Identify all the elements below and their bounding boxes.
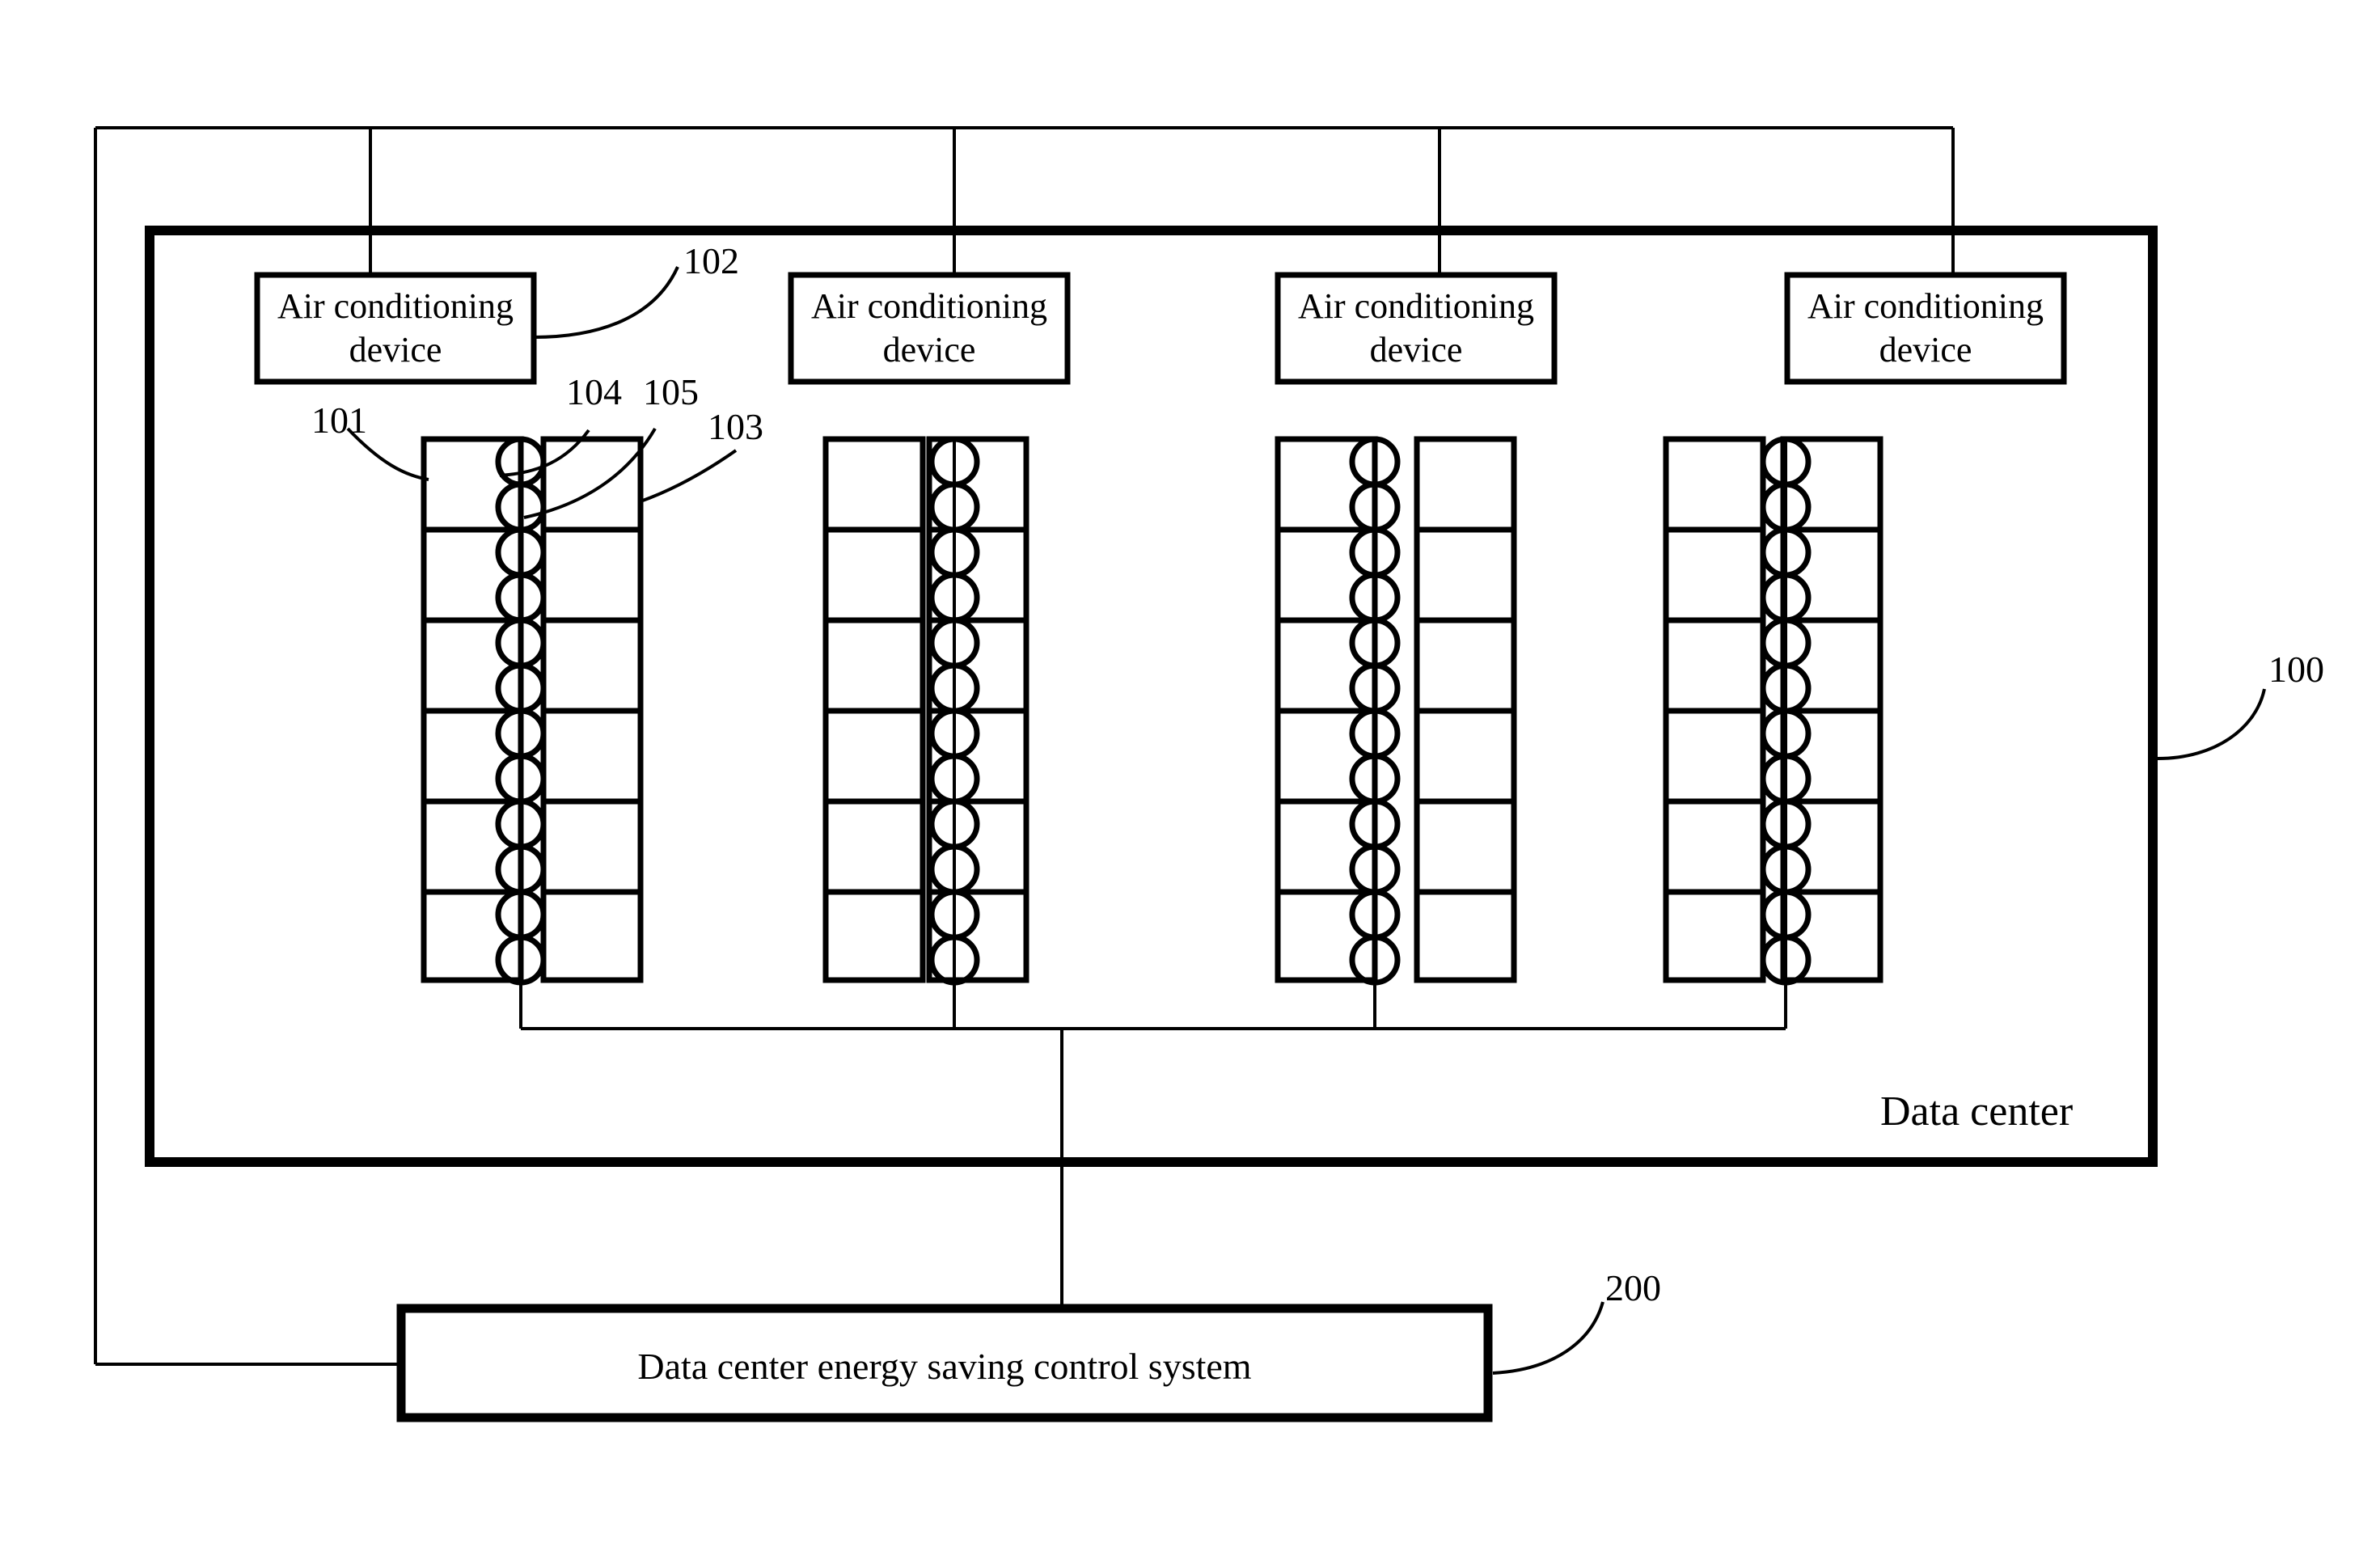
ac-device-label-3: Air conditioning device xyxy=(1297,286,1535,370)
diagram-lines xyxy=(94,126,2266,1422)
data-center-label: Data center xyxy=(1880,1088,2074,1135)
leader-100 xyxy=(2157,688,2266,760)
leader-102 xyxy=(533,266,679,339)
rack-left-column-4 xyxy=(1663,436,1766,983)
leader-200 xyxy=(1492,1301,1604,1375)
callout-105: 105 xyxy=(643,371,699,412)
ac-device-label-4: Air conditioning device xyxy=(1807,286,2044,370)
figure-canvas: Air conditioning device Air conditioning… xyxy=(0,0,2376,1568)
callout-200: 200 xyxy=(1605,1267,1661,1308)
rack-right-column-3 xyxy=(1414,436,1517,983)
rack-group-1 xyxy=(421,436,644,1029)
lower-signal-bus xyxy=(521,1027,1786,1308)
control-system-label: Data center energy saving control system xyxy=(637,1346,1252,1387)
rack-group-2 xyxy=(822,436,1029,1029)
rack-left-column-2 xyxy=(822,436,926,983)
callout-102: 102 xyxy=(683,240,739,281)
callout-104: 104 xyxy=(566,371,622,412)
callout-101: 101 xyxy=(311,399,367,441)
ac-device-label-2: Air conditioning device xyxy=(810,286,1048,370)
rack-group-4 xyxy=(1663,436,1883,1029)
leader-103 xyxy=(640,449,738,503)
callout-100: 100 xyxy=(2268,649,2324,690)
rack-right-column-1 xyxy=(540,436,644,983)
rack-group-3 xyxy=(1275,436,1517,1029)
callout-103: 103 xyxy=(708,406,763,447)
ac-device-label-1: Air conditioning device xyxy=(277,286,514,370)
